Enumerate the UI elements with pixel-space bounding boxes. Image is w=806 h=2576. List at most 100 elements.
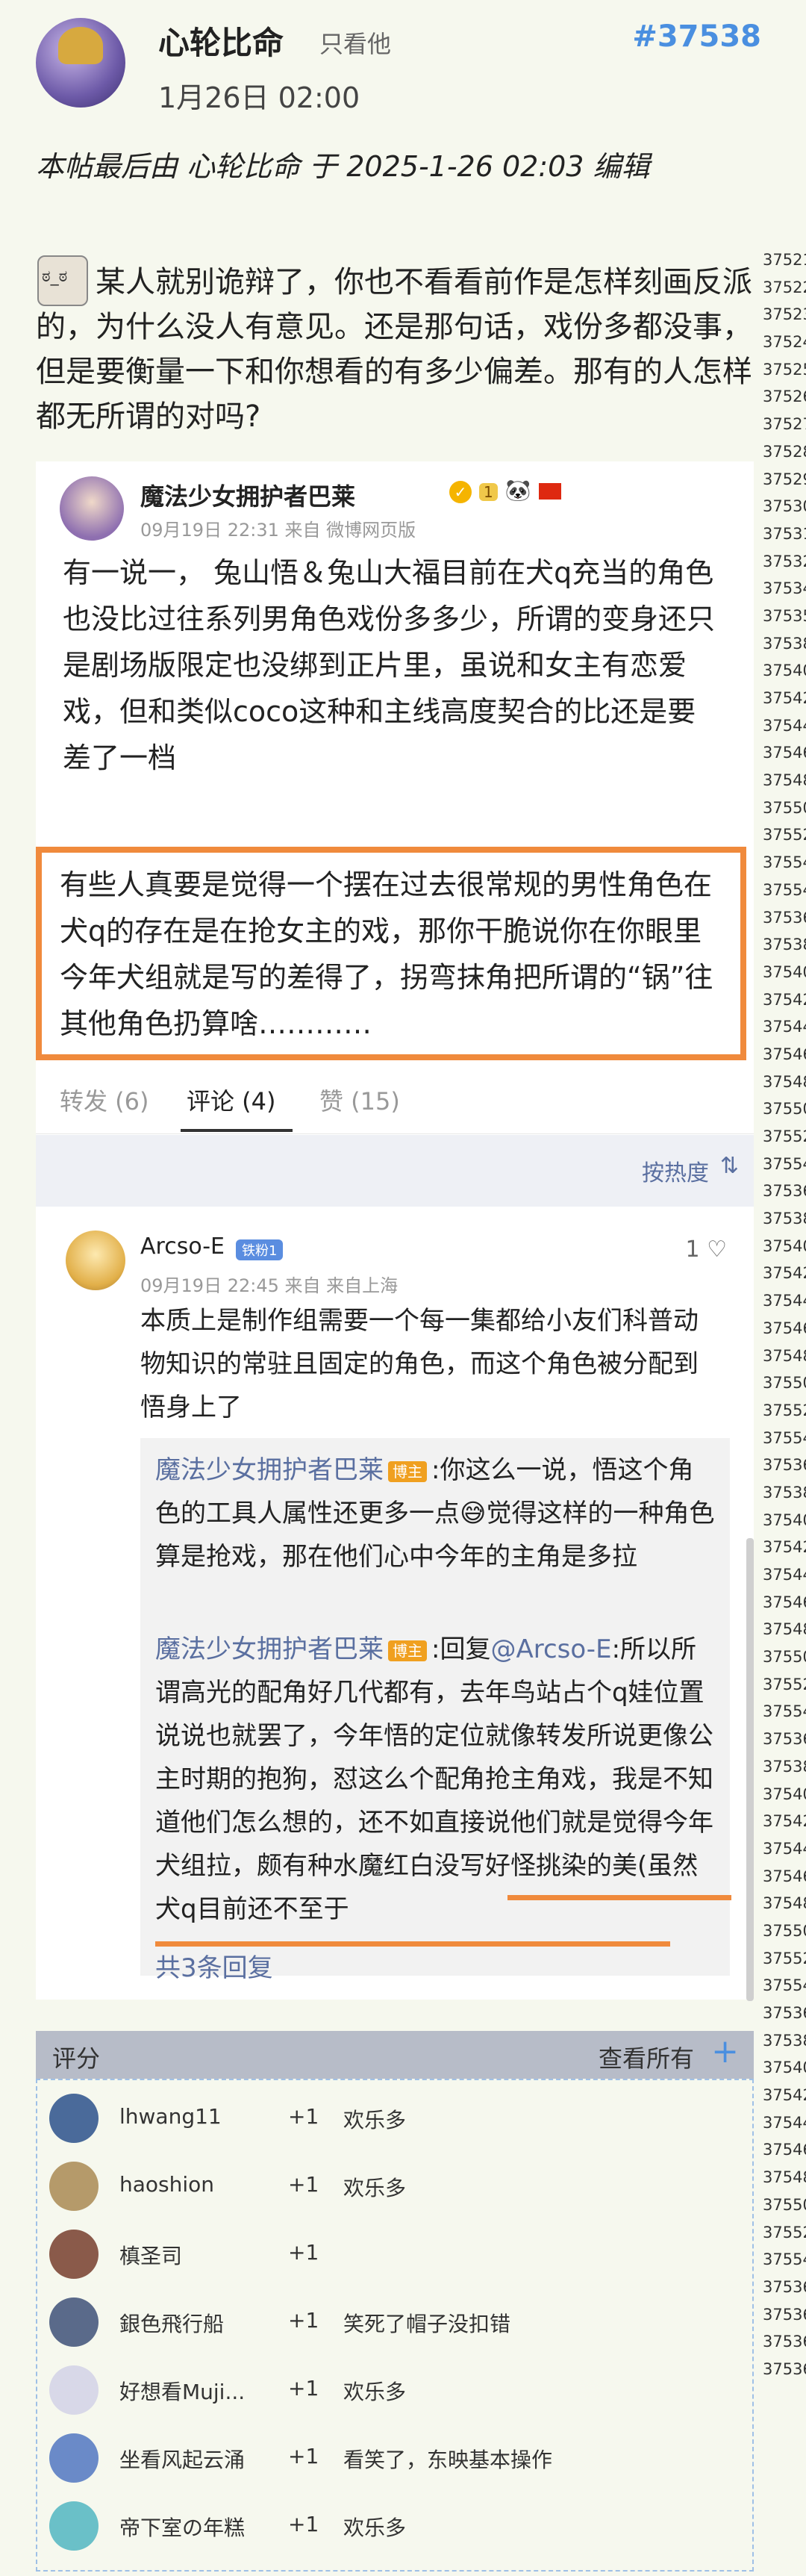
level-badge: 1 <box>479 483 498 501</box>
line-number: 37540 <box>763 1511 806 1529</box>
line-number: 37548 <box>763 1072 806 1091</box>
edited-note: 本帖最后由 心轮比命 于 2025-1-26 02:03 编辑 <box>36 150 650 183</box>
line-number: 37552 <box>763 1401 806 1419</box>
line-number: 37538 <box>763 1757 806 1776</box>
line-number: 37546 <box>763 1319 806 1337</box>
tab-like[interactable]: 赞 (15) <box>319 1083 400 1117</box>
line-number: 37535 <box>763 606 806 625</box>
rating-score: +1 <box>288 2172 319 2197</box>
line-number: 37538 <box>763 2031 806 2050</box>
line-number: 37525 <box>763 360 806 379</box>
rating-reason: 欢乐多 <box>343 2516 407 2540</box>
rater-avatar[interactable] <box>49 2162 99 2211</box>
line-number: 37536 <box>763 908 806 927</box>
line-number: 37536 <box>763 1456 806 1475</box>
line-number: 37548 <box>763 1620 806 1639</box>
line-number: 37542 <box>763 1812 806 1831</box>
post-body: 某人就别诡辩了，你也不看看前作是怎样刻画反派的，为什么没人有意见。还是那句话，戏… <box>36 265 752 434</box>
rater-name[interactable]: haoshion <box>119 2172 214 2197</box>
line-number: 37542 <box>763 2086 806 2105</box>
rating-score: +1 <box>288 2104 319 2129</box>
poster-avatar[interactable] <box>36 18 125 108</box>
rater-avatar[interactable] <box>49 2365 99 2415</box>
reply-2-prefix: :回复 <box>431 1634 491 1664</box>
reply-2-text: :所以所谓高光的配角好几代都有，去年鸟站占个q娃位置说说也就罢了，今年悟的定位就… <box>155 1634 713 1924</box>
more-replies-link[interactable]: 共3条回复 <box>155 1947 273 1984</box>
sort-by-hot-button[interactable]: 按热度 <box>642 1154 709 1187</box>
line-number: 37542 <box>763 1264 806 1283</box>
rater-avatar[interactable] <box>49 2433 99 2483</box>
rating-reason: 笑死了帽子没扣错 <box>343 2312 511 2336</box>
reply-2-badge: 博主 <box>388 1640 427 1661</box>
line-number: 37552 <box>763 1127 806 1145</box>
orange-underline-1 <box>507 1895 731 1900</box>
reply-2: 魔法少女拥护者巴莱 博主:回复@Arcso-E:所以所谓高光的配角好几代都有，去年… <box>155 1628 715 1931</box>
rater-avatar[interactable] <box>49 2230 99 2279</box>
line-number: 37550 <box>763 2195 806 2214</box>
rating-score: +1 <box>288 2240 319 2265</box>
line-number: 37554 <box>763 2250 806 2269</box>
scrollbar[interactable] <box>746 1538 754 2001</box>
rater-name[interactable]: 帝下室の年糕 <box>119 2512 245 2542</box>
view-all-ratings-link[interactable]: 查看所有 <box>599 2040 694 2074</box>
line-number: 37550 <box>763 1100 806 1119</box>
line-number: 37532 <box>763 552 806 570</box>
reply-1: 魔法少女拥护者巴莱 博主:你这么一说，悟这个角色的工具人属性还更多一点😅觉得这样的… <box>155 1449 715 1578</box>
line-number: 37554 <box>763 1154 806 1173</box>
post-number[interactable]: #37538 <box>632 19 761 54</box>
comment-like-count: 1 <box>685 1236 700 1263</box>
rating-header: 评分 查看所有 + <box>36 2031 754 2079</box>
comment-like-button[interactable]: 1 ♡ <box>685 1236 727 1263</box>
line-number: 37544 <box>763 1566 806 1584</box>
line-number: 37536 <box>763 2305 806 2324</box>
line-number: 37546 <box>763 1593 806 1611</box>
laugh-emoji-icon: 😅 <box>460 1499 487 1528</box>
rating-title: 评分 <box>52 2044 101 2073</box>
line-number: 37548 <box>763 771 806 790</box>
line-number: 37538 <box>763 936 806 954</box>
commenter-avatar <box>66 1231 125 1290</box>
tab-repost[interactable]: 转发 (6) <box>60 1083 149 1117</box>
line-number: 37522 <box>763 278 806 296</box>
line-number: 37546 <box>763 1867 806 1885</box>
rater-avatar[interactable] <box>49 2297 99 2347</box>
weibo-badges: ✓ 1 🐼 <box>449 478 561 503</box>
rater-avatar[interactable] <box>49 2501 99 2551</box>
rater-avatar[interactable] <box>49 2094 99 2143</box>
only-him-link[interactable]: 只看他 <box>319 25 391 60</box>
post-time: 1月26日 02:00 <box>158 81 360 114</box>
rater-name[interactable]: 槙圣司 <box>119 2240 182 2270</box>
plus-icon[interactable]: + <box>711 2032 739 2071</box>
highlighted-text: 有些人真要是觉得一个摆在过去很常规的男性角色在犬q的存在是在抢女主的戏，那你干脆… <box>60 868 713 1040</box>
comment-text: 本质上是制作组需要一个每一集都给小友们科普动物知识的常驻且固定的角色，而这个角色… <box>140 1306 699 1422</box>
line-number: 37554 <box>763 1702 806 1721</box>
rating-reason: 欢乐多 <box>343 2108 407 2132</box>
orange-underline-2 <box>155 1941 670 1947</box>
rater-name[interactable]: 坐看风起云涌 <box>119 2444 245 2474</box>
poster-name[interactable]: 心轮比命 <box>158 18 284 63</box>
heart-icon: ♡ <box>707 1236 727 1263</box>
rater-name[interactable]: lhwang11 <box>119 2104 222 2129</box>
line-number: 37523 <box>763 305 806 324</box>
reply-1-author[interactable]: 魔法少女拥护者巴莱 <box>155 1455 384 1485</box>
rating-list: lhwang11 +1 欢乐多 haoshion +1 欢乐多 槙圣司 +1 銀色飛行船 +1 笑死… <box>36 2079 754 2572</box>
line-number: 37527 <box>763 415 806 434</box>
rater-name[interactable]: 銀色飛行船 <box>119 2308 224 2338</box>
line-number: 37548 <box>763 1346 806 1365</box>
rater-name[interactable]: 好想看Muji... <box>119 2376 245 2406</box>
reply-2-author[interactable]: 魔法少女拥护者巴莱 <box>155 1634 384 1664</box>
tab-comment[interactable]: 评论 (4) <box>187 1083 276 1117</box>
reply-2-mention[interactable]: @Arcso-E <box>490 1634 611 1664</box>
line-number: 37534 <box>763 579 806 598</box>
line-number: 37554 <box>763 1428 806 1447</box>
line-number-column: 37521 37522 37523 37524 37525 37526 37527 37528… <box>754 246 806 2383</box>
line-number: 37529 <box>763 470 806 488</box>
panda-icon: 🐼 <box>504 478 531 503</box>
line-number: 37524 <box>763 333 806 352</box>
commenter-name: Arcso-E <box>140 1233 225 1260</box>
rating-score: +1 <box>288 2308 319 2333</box>
line-number: 37540 <box>763 1236 806 1255</box>
sort-icon[interactable]: ⇅ <box>720 1153 739 1179</box>
line-number: 37544 <box>763 716 806 735</box>
line-number: 37546 <box>763 744 806 762</box>
